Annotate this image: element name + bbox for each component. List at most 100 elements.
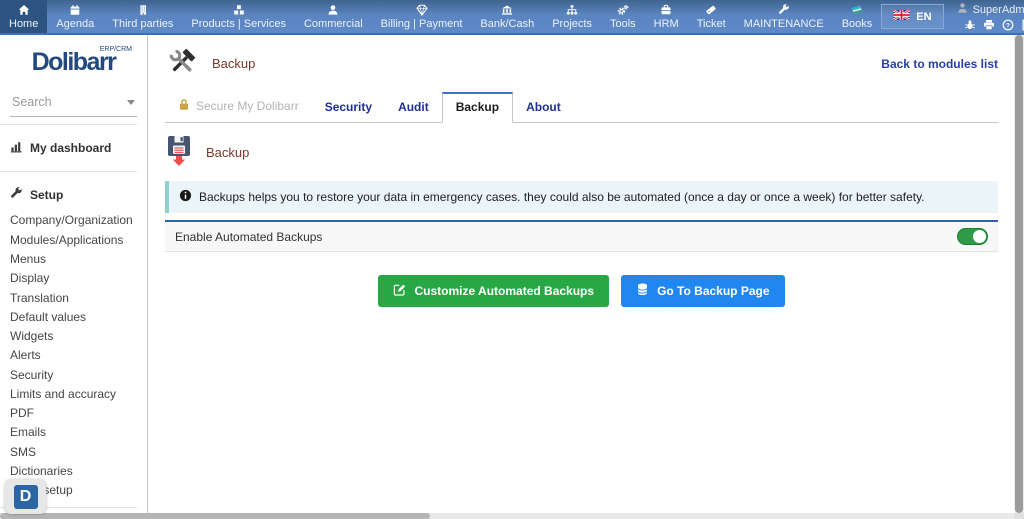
info-text: Backups helps you to restore your data i… [199,190,925,204]
sidebar-item-alerts[interactable]: Alerts [0,346,147,365]
nav-item-third-parties[interactable]: Third parties [103,0,182,33]
button-label: Customize Automated Backups [414,284,595,298]
sitemap-icon [565,4,579,16]
logo-erpcrm-label: ERP/CRM [99,46,132,53]
tab-audit[interactable]: Audit [385,92,442,122]
nav-label: Tools [609,17,636,30]
edit-icon [393,283,406,299]
bank-icon [500,4,514,16]
ticket-icon [704,4,718,16]
language-selector[interactable]: EN [881,4,944,29]
username: SuperAdmin [972,3,1024,16]
go-to-backup-page-button[interactable]: Go To Backup Page [621,275,785,307]
sidebar-item-dictionaries[interactable]: Dictionaries [0,462,147,481]
sidebar-item-pdf[interactable]: PDF [0,404,147,423]
sidebar-item-my-dashboard[interactable]: My dashboard [0,132,147,164]
dolibase-bubble[interactable]: D [5,480,46,514]
nav-label: Books [841,17,873,30]
sidebar: Dolibarr ERP/CRM My dashboard Setup Comp… [0,35,148,519]
divider [0,124,137,125]
automated-backups-toggle[interactable] [957,228,988,245]
nav-label: Agenda [56,17,95,30]
vertical-scrollbar-thumb[interactable] [1015,35,1023,513]
module-title: Backup [206,145,250,160]
calendar-icon [68,4,82,16]
nav-item-commercial[interactable]: Commercial [295,0,372,33]
bug-icon[interactable] [964,19,976,31]
sidebar-item-company-organization[interactable]: Company/Organization [0,211,147,230]
tabs: Secure My Dolibarr Security Audit Backup… [165,90,998,123]
nav-label: Ticket [696,17,726,30]
nav-label: Commercial [303,17,363,30]
briefcase-icon [659,4,673,16]
nav-item-tools[interactable]: Tools [601,0,645,33]
nav-label: Products | Services [191,17,286,30]
sidebar-item-emails[interactable]: Emails [0,423,147,442]
help-icon[interactable]: ? [1002,19,1014,31]
nav-item-books[interactable]: Books [833,0,882,33]
horizontal-scrollbar[interactable] [0,513,1014,519]
nav-item-products-services[interactable]: Products | Services [182,0,295,33]
nav-item-home[interactable]: Home [0,0,48,33]
sidebar-item-default-values[interactable]: Default values [0,307,147,326]
user-area: SuperAdmin ? [956,2,1024,31]
main-menu: Home Agenda Third parties Products | Ser… [0,0,881,33]
module-header: Backup [165,123,998,181]
main-content: Backup Back to modules list Secure My Do… [149,35,1014,513]
nav-item-bank-cash[interactable]: Bank/Cash [471,0,543,33]
chart-bars-icon [10,140,23,156]
setting-label: Enable Automated Backups [175,229,323,244]
page-header: Backup Back to modules list [165,35,998,90]
sidebar-item-translation[interactable]: Translation [0,288,147,307]
tab-backup[interactable]: Backup [441,92,514,123]
home-icon [17,4,31,16]
sidebar-item-menus[interactable]: Menus [0,250,147,269]
user-icon [326,4,340,16]
nav-label: Home [9,17,39,30]
nav-item-ticket[interactable]: Ticket [688,0,735,33]
navbar-right: EN SuperAdmin ? [881,0,1024,33]
nav-item-agenda[interactable]: Agenda [47,0,103,33]
sidebar-item-sms[interactable]: SMS [0,442,147,461]
search-input[interactable] [12,95,112,109]
sidebar-item-display[interactable]: Display [0,269,147,288]
nav-item-hrm[interactable]: HRM [645,0,688,33]
nav-item-projects[interactable]: Projects [543,0,601,33]
quick-icons: ? [964,19,1024,31]
tab-secure-my-dolibarr[interactable]: Secure My Dolibarr [165,90,312,122]
nav-label: Third parties [112,17,174,30]
lock-icon [178,98,190,114]
sidebar-section-setup[interactable]: Setup [0,179,147,211]
gears-icon [616,4,630,16]
tab-security[interactable]: Security [312,92,385,122]
user-menu[interactable]: SuperAdmin [956,2,1024,17]
logo[interactable]: Dolibarr ERP/CRM [0,35,147,93]
nav-item-billing-payment[interactable]: Billing | Payment [372,0,472,33]
customize-automated-backups-button[interactable]: Customize Automated Backups [378,275,610,307]
sidebar-section-label: Setup [30,188,64,202]
tab-about[interactable]: About [513,92,574,122]
books-icon [850,4,864,16]
chevron-down-icon[interactable] [127,99,135,105]
sidebar-item-modules-applications[interactable]: Modules/Applications [0,230,147,249]
wrench-icon [10,187,23,203]
sidebar-item-widgets[interactable]: Widgets [0,327,147,346]
back-to-modules-link[interactable]: Back to modules list [881,57,998,71]
nav-label: MAINTENANCE [743,17,824,30]
setting-row-enable-automated-backups: Enable Automated Backups [165,222,998,252]
sidebar-item-security[interactable]: Security [0,365,147,384]
nav-label: Billing | Payment [380,17,463,30]
dolibase-logo: D [13,485,38,509]
horizontal-scrollbar-thumb[interactable] [0,513,430,519]
gem-icon [415,4,429,16]
floppy-disk-icon [165,135,193,170]
info-banner: Backups helps you to restore your data i… [165,181,998,213]
vertical-scrollbar[interactable] [1014,35,1024,513]
language-label: EN [916,10,932,23]
nav-label: HRM [653,17,679,30]
nav-item-maintenance[interactable]: MAINTENANCE [735,0,833,33]
toggle-knob [973,230,986,243]
print-icon[interactable] [983,19,995,31]
cubes-icon [232,4,246,16]
sidebar-item-limits-and-accuracy[interactable]: Limits and accuracy [0,385,147,404]
